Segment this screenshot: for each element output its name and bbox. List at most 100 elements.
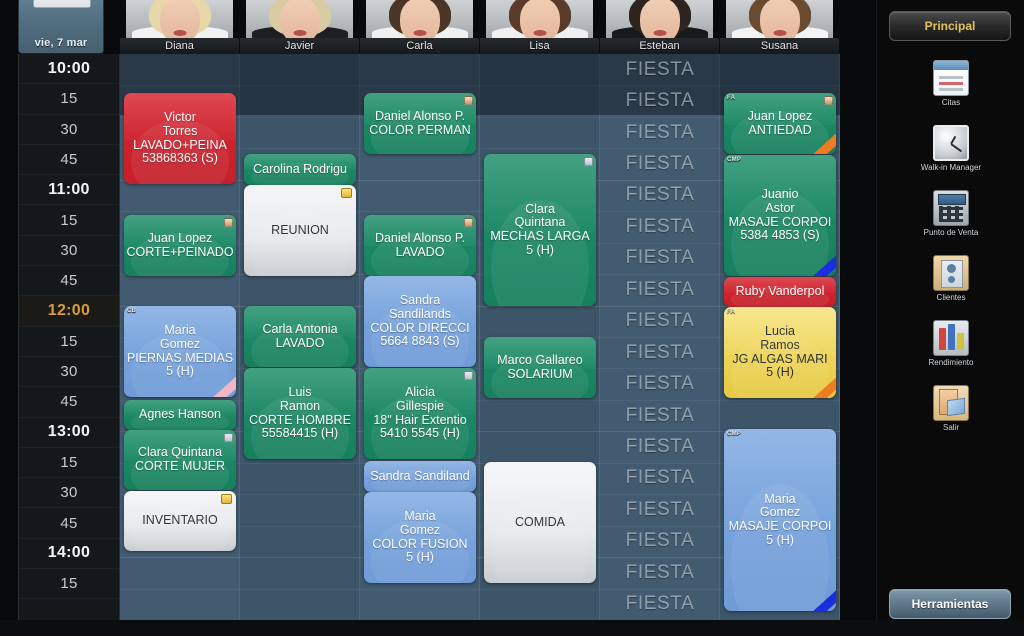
staff-column-header[interactable]: Lisa [480,0,600,54]
time-slot-row[interactable]: 45 [19,387,119,418]
fiesta-label: FIESTA [625,498,695,520]
fiesta-label: FIESTA [625,121,695,143]
staff-name: Diana [165,40,194,52]
sidebar-item-walk-in-manager[interactable]: Walk-in Manager [877,125,1024,172]
appointment-text-line: LAVADO [275,336,325,350]
appointment-text-line: LAVADO [395,245,445,259]
appointment-status-icon[interactable] [464,96,473,105]
appointment-status-icon[interactable] [464,218,473,227]
appointment-card[interactable]: FA Juan Lopez ANTIEDAD [724,93,836,154]
appointment-card[interactable]: INVENTARIO [124,491,236,551]
appointment-card[interactable]: Alicia Gillespie 18" Hair Extentio 5410 554… [364,368,476,459]
time-slot-row[interactable]: 30 [19,115,119,145]
herramientas-button[interactable]: Herramientas [889,589,1011,619]
appointment-card[interactable]: Carolina Rodrigu [244,154,356,185]
time-slot-row[interactable]: 30 [19,478,119,509]
time-slot-label: 15 [60,575,78,593]
appointment-card[interactable]: Agnes Hanson [124,400,236,430]
appointment-card[interactable]: REUNION [244,185,356,276]
appointment-status-icon[interactable] [464,371,473,380]
time-slot-row[interactable]: 13:00 [19,418,119,448]
time-slot-row[interactable]: 11:00 [19,175,119,206]
time-slot-label: 45 [60,272,78,290]
appointment-card[interactable]: Clara Quintana MECHAS LARGA 5 (H) [484,154,596,306]
sidebar-item-punto-de-venta[interactable]: Punto de Venta [877,190,1024,237]
fiesta-label: FIESTA [625,404,695,426]
time-slot-row[interactable]: 15 [19,327,119,357]
time-slot-row[interactable]: 10:00 [19,54,119,85]
staff-name: Carla [406,40,433,52]
time-slot-row[interactable]: 15 [19,205,119,236]
appointment-text-line: Carla Antonia [262,322,338,336]
time-slot-row[interactable]: 15 [19,84,119,115]
time-slot-row[interactable]: 14:00 [19,539,119,570]
fiesta-label: FIESTA [625,58,695,80]
staff-column-header[interactable]: Susana [720,0,840,54]
appointment-text-line: Torres [162,124,198,138]
appointment-text-line: COLOR PERMAN [369,123,471,137]
appointment-card[interactable]: Daniel Alonso P. LAVADO [364,215,476,276]
sidebar-item-clientes[interactable]: Clientes [877,255,1024,302]
appointment-card[interactable]: Juan Lopez CORTE+PEINADO [124,215,236,276]
appointment-status-icon[interactable] [584,157,593,166]
time-slot-row[interactable]: 30 [19,236,119,267]
appointment-card[interactable]: CB Maria Gomez PIERNAS MEDIAS 5 (H) [124,306,236,397]
appointment-card[interactable]: CMP Juanio Astor MASAJE CORPOI 5384 4853 (S) [724,155,836,276]
appointment-card[interactable]: Sandra Sandilands COLOR DIRECCI 5664 8843 (… [364,276,476,367]
sidebar-item-rendimiento[interactable]: Rendimiento [877,320,1024,367]
staff-column-header[interactable]: Javier [240,0,360,54]
appointment-text-line: CORTE+PEINADO [126,245,234,259]
appointment-text-line: MASAJE CORPOI [728,520,832,533]
staff-name: Susana [760,40,799,52]
staff-column-header[interactable]: Esteban [600,0,720,54]
appointment-text-line: Maria [764,492,796,506]
appointment-text-line: 5 (H) [406,551,434,565]
note-icon[interactable] [221,494,232,504]
appointment-card[interactable]: CMP Maria Gomez MASAJE CORPOI 5 (H) [724,429,836,611]
appointment-card[interactable]: COMIDA [484,462,596,583]
note-icon[interactable] [341,188,352,198]
time-slot-row[interactable]: 15 [19,569,119,600]
time-slot-label: 15 [60,454,78,471]
appointment-status-icon[interactable] [224,218,233,227]
appointment-card[interactable]: Victor Torres LAVADO+PEINA 53868363 (S) [124,93,236,184]
time-slot-row[interactable]: 30 [19,357,119,388]
time-slot-row[interactable]: 45 [19,145,119,176]
appointment-card[interactable]: Sandra Sandiland [364,461,476,492]
appointment-card[interactable]: Marco Gallareo SOLARIUM [484,337,596,398]
sidebar-item-label: Rendimiento [928,358,974,367]
appointment-text-line: 18" Hair Extentio [373,413,467,427]
fiesta-label: FIESTA [625,373,695,395]
appointment-status-icon[interactable] [824,96,833,105]
staff-photo [606,0,713,40]
appointment-card[interactable]: Ruby Vanderpol [724,277,836,307]
fiesta-day-off-column: FIESTA FIESTA FIESTA FIESTA FIESTA FIESTA FIES… [600,54,720,620]
staff-column-header[interactable]: Carla [360,0,480,54]
calendar-grid[interactable]: FIESTA FIESTA FIESTA FIESTA FIESTA FIESTA FIES… [120,54,840,620]
time-slot-row[interactable]: 15 [19,448,119,479]
appointment-card[interactable]: Daniel Alonso P. COLOR PERMAN [364,93,476,154]
principal-button[interactable]: Principal [889,11,1011,41]
appointment-text-line: 55584415 (H) [261,427,339,441]
staff-name: Lisa [529,40,550,52]
appointment-text-line: Luis [288,386,312,400]
staff-column-header[interactable]: Diana [120,0,240,54]
sidebar-item-salir[interactable]: Salir [877,385,1024,432]
date-tab[interactable]: vie, 7 mar [18,0,104,54]
time-slot-row[interactable]: 12:00 [19,296,119,327]
time-slot-row[interactable]: 45 [19,266,119,297]
appointment-card[interactable]: Carla Antonia LAVADO [244,306,356,367]
sidebar-item-citas[interactable]: Citas [877,60,1024,107]
appointment-card[interactable]: Luis Ramon CORTE HOMBRE 55584415 (H) [244,368,356,459]
appointment-text-line: COMIDA [515,515,565,529]
fiesta-label: FIESTA [625,184,695,206]
appointment-text-line: JG ALGAS MARI [732,352,828,366]
appointment-status-icon[interactable] [224,433,233,442]
appointment-card[interactable]: Maria Gomez COLOR FUSION 5 (H) [364,492,476,583]
appointment-card[interactable]: Clara Quintana CORTE MUJER [124,430,236,490]
sidebar: Principal Citas Walk-in Manager Punto de V… [876,0,1024,636]
appointment-card[interactable]: FA Lucia Ramos JG ALGAS MARI 5 (H) [724,307,836,398]
appointment-calendar-app: vie, 7 mar Diana Javier Carla Lisa Esteban Su… [0,0,1024,636]
bottom-strip [0,620,1024,636]
time-slot-row[interactable]: 45 [19,508,119,539]
